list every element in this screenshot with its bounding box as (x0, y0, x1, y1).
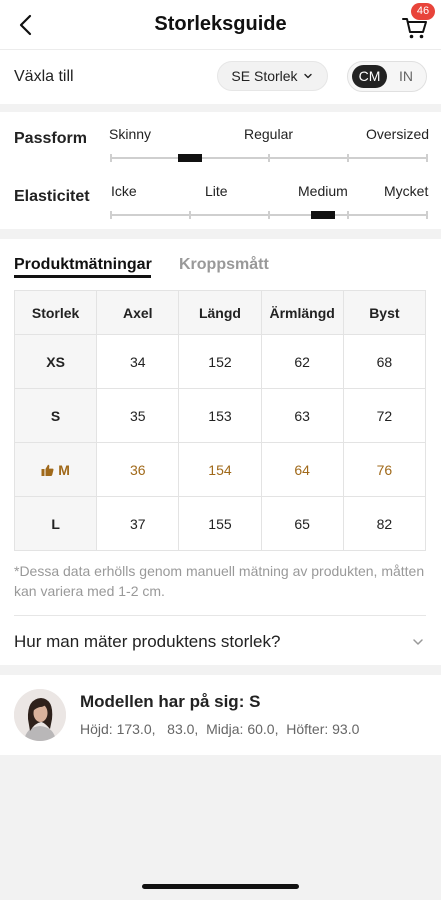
column-header: Storlek (13, 290, 98, 335)
size-table: Storlek Axel Längd Ärmlängd Byst XS 34 1… (13, 290, 427, 551)
table-cell: 154 (178, 442, 262, 497)
table-cell: 68 (342, 334, 427, 389)
table-row: XS 34 152 62 68 (13, 334, 427, 389)
model-info-card: Modellen har på sig: S Höjd: 173.0, 83.0… (0, 675, 441, 755)
switch-label: Växla till (14, 68, 74, 85)
passform-level-marker (178, 154, 202, 162)
passform-tick-label: Skinny (109, 126, 152, 142)
size-cell: L (13, 496, 98, 551)
size-system-dropdown[interactable]: SE Storlek (217, 61, 328, 91)
table-cell: 72 (342, 388, 427, 443)
recommended-table-row: M 36 154 64 76 (13, 442, 427, 497)
table-cell: 64 (260, 442, 344, 497)
passform-tick-label: Regular (244, 126, 294, 142)
elasticitet-tick-label: Mycket (384, 183, 429, 199)
tab-kroppsmatt[interactable]: Kroppsmått (179, 256, 269, 274)
chevron-down-icon (303, 73, 312, 79)
elasticitet-tick (110, 211, 112, 219)
header-bar: Storleksguide 46 (0, 0, 441, 50)
elasticitet-tick-label: Lite (205, 183, 228, 199)
table-cell: 155 (178, 496, 262, 551)
unit-cm-option[interactable]: CM (352, 65, 387, 88)
column-header: Byst (342, 290, 427, 335)
passform-tick-label: Oversized (366, 126, 430, 142)
size-cell: M (13, 442, 98, 497)
fit-card: Passform Skinny Regular Oversized Elasti… (0, 112, 441, 229)
table-cell: 152 (178, 334, 262, 389)
model-avatar (14, 689, 66, 741)
elasticitet-tick (268, 211, 270, 219)
table-cell: 35 (96, 388, 180, 443)
how-to-measure-link[interactable]: Hur man mäter produktens storlek? (14, 632, 280, 652)
passform-scale-track (110, 154, 428, 162)
table-cell: 76 (342, 442, 427, 497)
table-cell: 65 (260, 496, 344, 551)
cart-count-badge: 46 (411, 3, 435, 20)
thumbs-up-icon (41, 464, 54, 476)
active-tab-underline (14, 275, 151, 278)
table-cell: 63 (260, 388, 344, 443)
divider (14, 615, 426, 616)
unit-switch-row: Växla till SE Storlek CM IN (0, 50, 441, 104)
elasticitet-tick (189, 211, 191, 219)
table-cell: 153 (178, 388, 262, 443)
table-cell: 82 (342, 496, 427, 551)
passform-tick (347, 154, 349, 162)
measurements-card: Produktmätningar Kroppsmått Storlek Axel… (0, 239, 441, 665)
elasticitet-label: Elasticitet (14, 188, 90, 205)
table-header-row: Storlek Axel Längd Ärmlängd Byst (13, 290, 427, 335)
elasticitet-tick-label: Medium (298, 183, 348, 199)
column-header: Axel (96, 290, 180, 335)
elasticitet-level-marker (311, 211, 335, 219)
elasticitet-tick (426, 211, 428, 219)
table-cell: 36 (96, 442, 180, 497)
size-cell: XS (13, 334, 98, 389)
passform-label: Passform (14, 130, 87, 147)
table-row: S 35 153 63 72 (13, 388, 427, 443)
chevron-down-icon[interactable] (411, 635, 425, 649)
column-header: Längd (178, 290, 262, 335)
model-measurements: Höjd: 173.0, 83.0, Midja: 60.0, Höfter: … (80, 721, 360, 737)
table-cell: 62 (260, 334, 344, 389)
size-cell: S (13, 388, 98, 443)
passform-tick (110, 154, 112, 162)
table-row: L 37 155 65 82 (13, 496, 427, 551)
elasticitet-tick (347, 211, 349, 219)
table-cell: 34 (96, 334, 180, 389)
size-system-label: SE Storlek (231, 68, 298, 84)
passform-tick (426, 154, 428, 162)
model-title: Modellen har på sig: S (80, 692, 261, 711)
elasticitet-scale-track (110, 211, 428, 219)
column-header: Ärmlängd (260, 290, 344, 335)
home-indicator (142, 884, 299, 889)
page-title: Storleksguide (154, 13, 287, 35)
unit-toggle[interactable]: CM IN (347, 61, 427, 92)
elasticitet-tick-label: Icke (111, 183, 137, 199)
size-label: M (58, 461, 70, 478)
table-cell: 37 (96, 496, 180, 551)
model-photo (14, 689, 66, 741)
tab-produktmatningar[interactable]: Produktmätningar (14, 256, 152, 274)
measurement-note: *Dessa data erhölls genom manuell mätnin… (14, 563, 425, 599)
unit-in-option[interactable]: IN (390, 65, 422, 88)
passform-tick (268, 154, 270, 162)
